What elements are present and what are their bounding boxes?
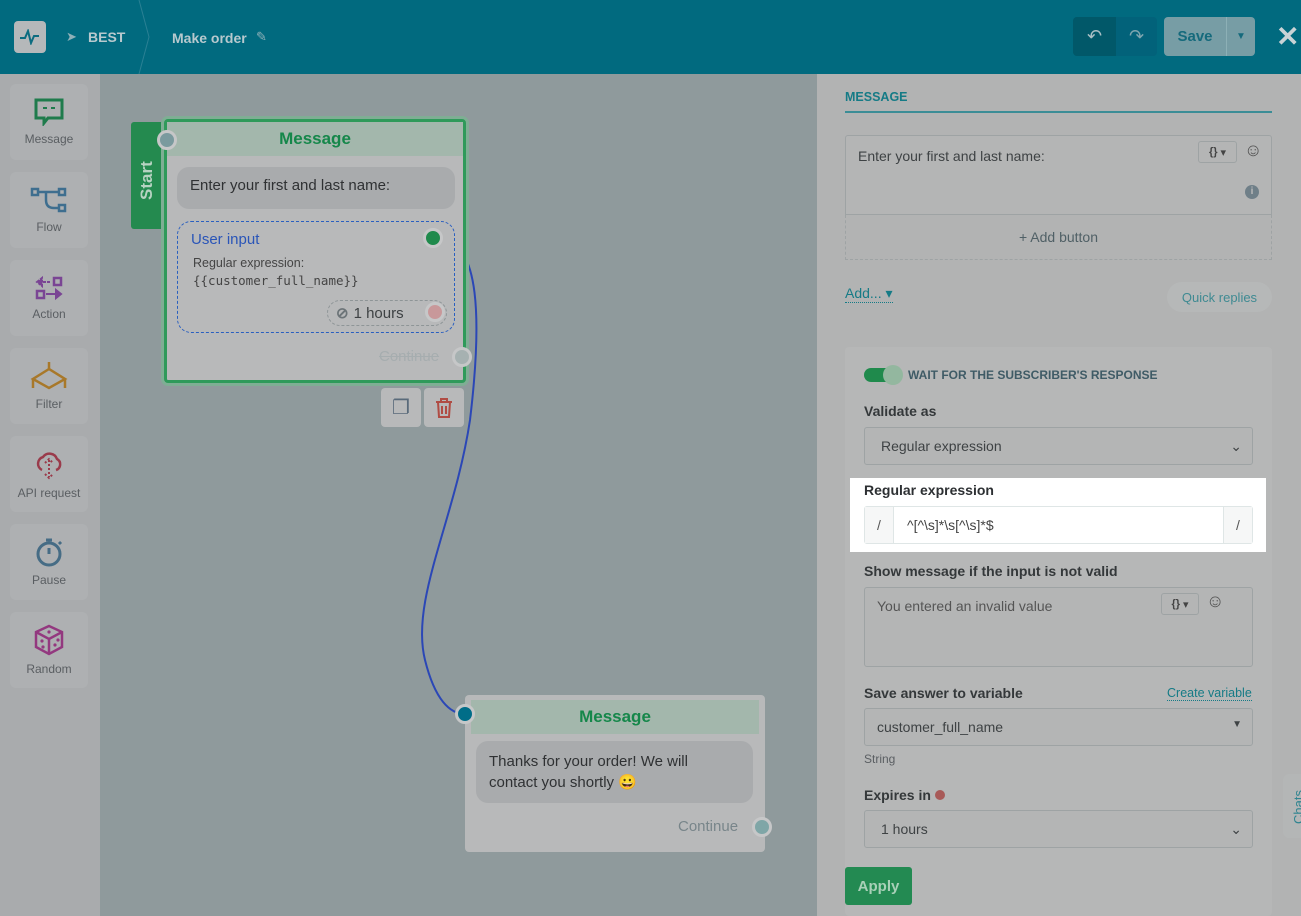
- node-title: Message: [167, 122, 463, 156]
- variable-select[interactable]: customer_full_name ▼: [864, 708, 1253, 746]
- timeout-label: 1 hours: [353, 304, 404, 322]
- wait-toggle[interactable]: [864, 365, 903, 385]
- regex-input-group[interactable]: / ^[^\s]*\s[^\s]*$ /: [864, 506, 1253, 544]
- braces-icon: {}: [1208, 146, 1218, 158]
- chats-tab[interactable]: Chats: [1283, 774, 1301, 838]
- emoji-icon[interactable]: ☺: [1206, 591, 1224, 612]
- expires-value: 1 hours: [881, 821, 928, 837]
- continue-label: Continue: [678, 818, 739, 835]
- node-title: Message: [471, 700, 759, 734]
- regex-input[interactable]: ^[^\s]*\s[^\s]*$: [894, 507, 1223, 543]
- emoji-icon[interactable]: ☺: [1244, 140, 1262, 161]
- no-entry-icon: ⊘: [336, 305, 349, 322]
- message-node-2[interactable]: Message Thanks for your order! We will c…: [455, 695, 772, 852]
- variables-dropdown[interactable]: {} ▾: [1198, 141, 1237, 163]
- braces-icon: {}: [1171, 598, 1181, 610]
- chats-label: Chats: [1291, 790, 1301, 824]
- message-node-1[interactable]: Message Enter your first and last name: …: [157, 119, 472, 383]
- trash-icon: [436, 397, 452, 418]
- validate-select[interactable]: Regular expression ⌄: [864, 427, 1253, 465]
- variable-type: String: [864, 752, 896, 766]
- continue-port[interactable]: [752, 817, 772, 837]
- invalid-message-text: You entered an invalid value: [877, 598, 1053, 614]
- tab-message[interactable]: MESSAGE: [845, 90, 908, 104]
- message-bubble[interactable]: Thanks for your order! We will contact y…: [476, 741, 753, 803]
- redo-button[interactable]: ↷: [1116, 17, 1157, 56]
- user-input-block[interactable]: User input Regular expression: {{custome…: [177, 221, 455, 333]
- expires-label: Expires in: [864, 787, 945, 803]
- add-menu[interactable]: Add... ▾: [845, 285, 893, 303]
- continue-label: Continue: [379, 348, 440, 365]
- input-port[interactable]: [455, 704, 475, 724]
- message-text: Enter your first and last name:: [858, 148, 1045, 164]
- start-label: Start: [137, 161, 156, 200]
- quick-replies-button[interactable]: Quick replies: [1167, 282, 1272, 312]
- response-settings-card: WAIT FOR THE SUBSCRIBER'S RESPONSE Valid…: [845, 347, 1272, 916]
- tab-underline: [845, 111, 1272, 113]
- chevron-down-icon: ⌄: [1230, 438, 1242, 454]
- variable-value: customer_full_name: [877, 719, 1004, 735]
- regex-suffix: /: [1223, 507, 1252, 543]
- expires-select[interactable]: 1 hours ⌄: [864, 810, 1253, 848]
- continue-port[interactable]: [452, 347, 472, 367]
- delete-button[interactable]: [424, 388, 464, 427]
- regex-highlight: Regular expression / ^[^\s]*\s[^\s]*$ /: [850, 478, 1266, 552]
- chevron-down-icon: ⌄: [1230, 821, 1242, 837]
- variable-name: {{customer_full_name}}: [193, 273, 359, 288]
- add-menu-label: Add...: [845, 285, 882, 301]
- regex-prefix: /: [865, 507, 894, 543]
- required-dot: [934, 790, 945, 800]
- caret-down-icon: ▼: [1232, 719, 1242, 730]
- save-button[interactable]: Save: [1164, 17, 1226, 56]
- validation-type: Regular expression:: [193, 256, 305, 270]
- save-variable-label: Save answer to variable: [864, 685, 1023, 701]
- invalid-message-label: Show message if the input is not valid: [864, 563, 1118, 579]
- save-options-dropdown[interactable]: ▼: [1226, 17, 1255, 56]
- user-input-port[interactable]: [423, 228, 443, 248]
- message-bubble[interactable]: Enter your first and last name:: [177, 167, 455, 209]
- expires-text: Expires in: [864, 787, 931, 803]
- info-icon[interactable]: i: [1245, 185, 1259, 199]
- input-port[interactable]: [157, 130, 177, 150]
- apply-button[interactable]: Apply: [845, 867, 912, 905]
- timeout-port[interactable]: [425, 302, 445, 322]
- variables-dropdown[interactable]: {} ▾: [1161, 593, 1199, 615]
- undo-button[interactable]: ↶: [1073, 17, 1116, 56]
- wait-label: WAIT FOR THE SUBSCRIBER'S RESPONSE: [908, 368, 1158, 382]
- close-icon[interactable]: ✕: [1276, 20, 1299, 53]
- create-variable-link[interactable]: Create variable: [1167, 686, 1252, 701]
- user-input-title: User input: [191, 231, 260, 248]
- duplicate-button[interactable]: ❐: [381, 388, 421, 427]
- copy-icon: ❐: [392, 397, 410, 419]
- regex-label: Regular expression: [864, 482, 994, 498]
- validate-value: Regular expression: [881, 438, 1002, 454]
- validate-label: Validate as: [864, 403, 937, 419]
- add-button[interactable]: + Add button: [845, 215, 1272, 260]
